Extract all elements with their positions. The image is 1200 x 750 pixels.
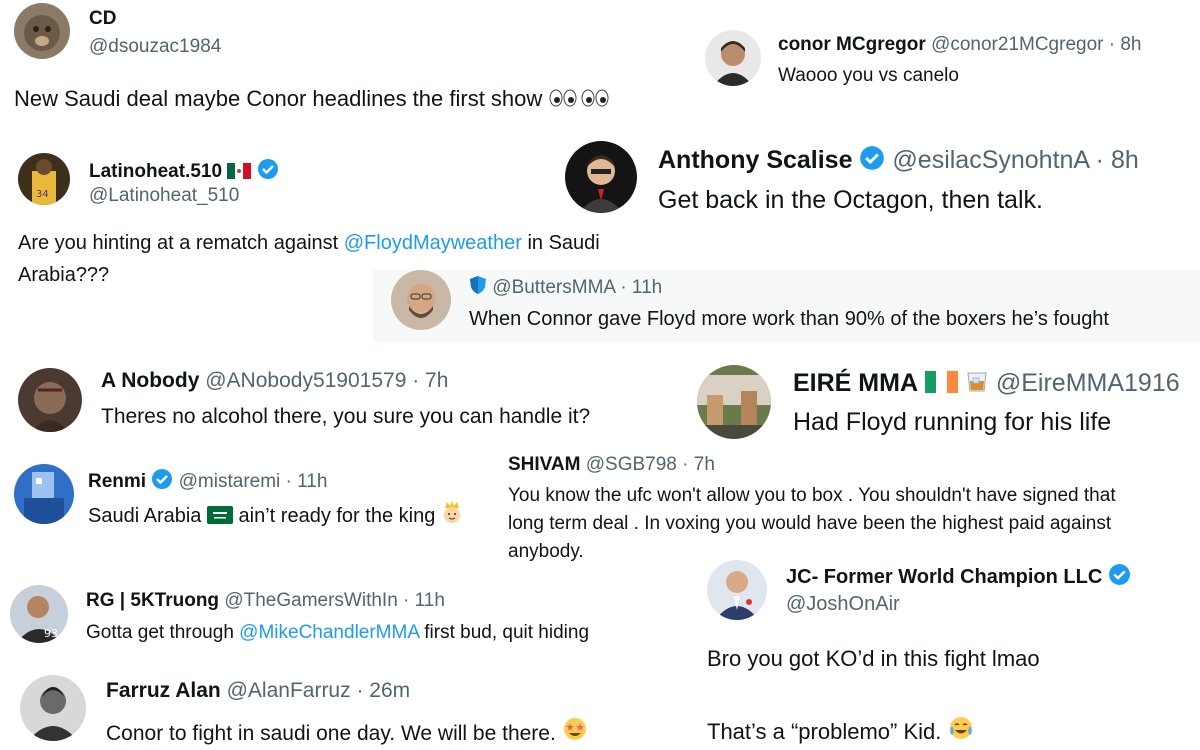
author-line: SHIVAM @SGB798 · 7h [508,454,715,476]
author-line: EIRÉ MMA @EireMMA1916 [793,369,1180,400]
post-text-line2: Arabia??? [18,264,110,286]
author-handle[interactable]: @TheGamersWithIn · 11h [224,590,445,611]
author-name[interactable]: RG | 5KTruong [86,590,219,611]
author-handle[interactable]: @dsouzac1984 [89,36,221,58]
post-text-line3: anybody. [508,541,584,562]
post-text-line1: You know the ufc won't allow you to box … [508,485,1116,506]
tears-of-joy-icon [948,715,974,747]
author-handle[interactable]: @ANobody51901579 · 7h [205,369,448,392]
crowned-face-icon [441,500,463,530]
author-name[interactable]: Anthony Scalise [658,146,853,174]
post-buttersmma: @ButtersMMA · 11h When Connor gave Floyd… [373,270,1200,342]
author-line: Anthony Scalise @esilacSynohtnA · 8h [658,145,1139,178]
author-name[interactable]: EIRÉ MMA [793,369,918,397]
author-handle[interactable]: @mistaremi · 11h [179,471,328,492]
avatar[interactable]: 34 [18,153,70,205]
author-line: RG | 5KTruong @TheGamersWithIn · 11h [86,590,445,612]
author-line: Farruz Alan @AlanFarruz · 26m [106,679,410,703]
post-text: When Connor gave Floyd more work than 90… [469,308,1109,330]
post-text-line1: Bro you got KO’d in this fight lmao [707,646,1040,671]
post-text: Theres no alcohol there, you sure you ca… [101,405,591,428]
post-text: Are you hinting at a rematch against @Fl… [18,232,600,254]
svg-text:34: 34 [36,189,49,200]
author-name[interactable]: Farruz Alan [106,679,221,702]
avatar[interactable] [707,560,767,620]
post-text: Get back in the Octagon, then talk. [658,186,1043,214]
svg-text:93: 93 [44,627,58,640]
author-line: Renmi @mistaremi · 11h [88,468,327,496]
author-handle[interactable]: @SGB798 · 7h [586,454,715,475]
eyes-emoji-icon [548,88,610,114]
verified-badge-icon[interactable] [151,468,173,496]
verified-badge-icon[interactable] [1108,563,1131,592]
author-handle[interactable]: @AlanFarruz · 26m [227,679,411,702]
avatar[interactable] [14,464,74,524]
post-text: New Saudi deal maybe Conor headlines the… [14,86,610,114]
ireland-flag-icon [924,371,958,400]
author-handle[interactable]: @Latinoheat_510 [89,185,239,207]
avatar[interactable] [18,368,82,432]
author-name[interactable]: CD [89,8,116,30]
author-name[interactable]: Renmi [88,471,146,492]
post-text: Conor to fight in saudi one day. We will… [106,716,588,748]
post-text: Saudi Arabia ain’t ready for the king [88,500,463,530]
author-name[interactable]: JC- Former World Champion LLC [786,566,1102,588]
author-handle[interactable]: @EireMMA1916 [996,369,1180,397]
author-line: A Nobody @ANobody51901579 · 7h [101,369,448,393]
verified-badge-icon[interactable] [257,158,279,186]
mexico-flag-icon [227,163,252,185]
avatar[interactable] [705,30,761,86]
saudi-flag-icon [206,506,233,530]
author-handle[interactable]: @ButtersMMA · 11h [492,277,662,298]
whisky-glass-icon [965,369,989,400]
author-line: @ButtersMMA · 11h [469,275,662,301]
author-name[interactable]: SHIVAM [508,454,580,475]
avatar[interactable] [565,141,637,213]
post-text-line2: long term deal . In voxing you would hav… [508,513,1112,534]
avatar[interactable] [20,675,86,741]
author-name[interactable]: A Nobody [101,369,199,392]
avatar[interactable] [14,3,70,59]
author-line: Latinoheat.510 [89,158,279,186]
post-text: Had Floyd running for his life [793,408,1112,436]
author-handle[interactable]: @conor21MCgregor · 8h [931,34,1141,55]
avatar[interactable] [391,270,451,330]
post-text: Gotta get through @MikeChandlerMMA first… [86,622,590,643]
avatar[interactable]: 93 [10,585,68,643]
post-text: Waooo you vs canelo [778,65,959,86]
mention-link[interactable]: @MikeChandlerMMA [239,622,419,643]
shield-icon [469,275,487,301]
star-struck-icon [562,716,588,748]
verified-badge-icon[interactable] [859,145,885,178]
author-name[interactable]: Latinoheat.510 [89,161,222,182]
mention-link[interactable]: @FloydMayweather [344,232,522,254]
post-text-line2: That’s a “problemo” Kid. [707,715,974,747]
author-line: JC- Former World Champion LLC [786,563,1131,592]
author-handle[interactable]: @JoshOnAir [786,593,900,616]
author-line: conor MCgregor @conor21MCgregor · 8h [778,34,1142,56]
author-handle[interactable]: @esilacSynohtnA · 8h [892,146,1138,174]
author-name[interactable]: conor MCgregor [778,34,926,55]
avatar[interactable] [697,365,771,439]
